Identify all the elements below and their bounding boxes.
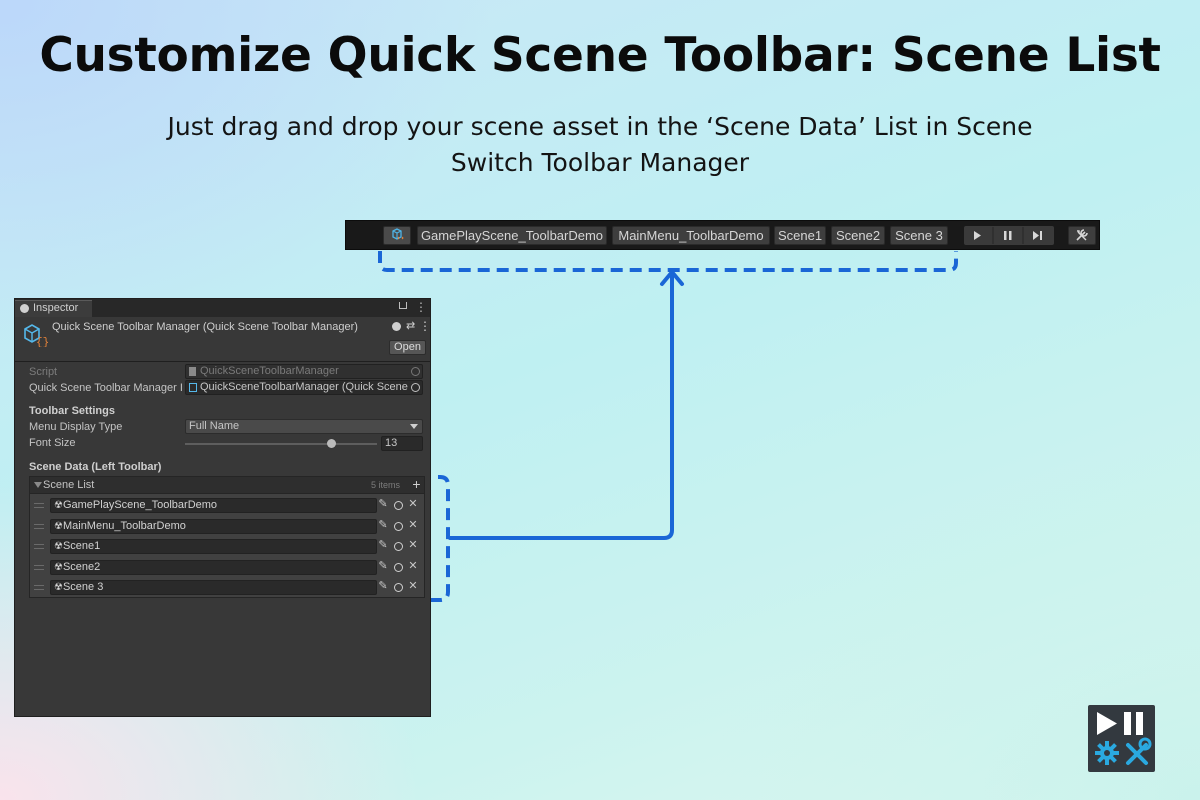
scene-asset-field[interactable]: ☢GamePlayScene_ToolbarDemo (50, 498, 377, 513)
scene-asset-icon: ☢ (54, 500, 63, 511)
target-icon[interactable] (394, 583, 403, 592)
font-size-input[interactable]: 13 (381, 436, 423, 451)
lock-icon[interactable] (399, 302, 407, 309)
open-button[interactable]: Open (389, 340, 426, 355)
toolbar-settings-header: Toolbar Settings (29, 405, 115, 417)
edit-icon[interactable]: ✎ (377, 559, 389, 574)
app-logo (1088, 705, 1155, 772)
edit-icon[interactable]: ✎ (377, 538, 389, 553)
scene-asset-icon: ☢ (54, 561, 63, 573)
scene-list-label: Scene List (43, 479, 95, 491)
manager-object-field[interactable]: QuickSceneToolbarManager (Quick Scene (185, 380, 423, 395)
target-icon[interactable] (394, 562, 403, 572)
font-size-slider[interactable] (185, 439, 377, 448)
scene-asset-field[interactable]: ☢Scene 3 (50, 580, 377, 595)
chevron-down-icon (410, 424, 418, 429)
manager-cube-icon (189, 383, 197, 392)
edit-icon[interactable]: ✎ (377, 518, 389, 533)
component-icon: {} (24, 324, 48, 347)
info-icon (20, 304, 29, 313)
remove-icon[interactable]: ✕ (407, 559, 419, 574)
scene-asset-field[interactable]: ☢MainMenu_ToolbarDemo (50, 518, 377, 534)
edit-icon[interactable]: ✎ (377, 497, 389, 512)
font-size-label: Font Size (29, 437, 76, 449)
inspector-tab-bar: Inspector ⋮ (15, 299, 430, 317)
remove-icon[interactable]: ✕ (407, 518, 419, 533)
scene-data-header: Scene Data (Left Toolbar) (29, 461, 162, 473)
foldout-arrow-icon[interactable] (34, 482, 42, 488)
target-icon[interactable] (394, 521, 403, 531)
drag-handle-icon[interactable] (34, 503, 44, 508)
scene-asset-icon: ☢ (54, 541, 63, 552)
scene-list-item[interactable]: ☢MainMenu_ToolbarDemo ✎ ✕ (30, 516, 424, 536)
manager-target-icon[interactable] (411, 383, 420, 392)
header-divider (15, 361, 430, 362)
scene-list-item[interactable]: ☢Scene 3 ✎ ✕ (30, 577, 424, 597)
scene-asset-field[interactable]: ☢Scene1 (50, 539, 377, 554)
drag-handle-icon[interactable] (34, 544, 44, 549)
menu-display-type-dropdown[interactable]: Full Name (185, 419, 423, 434)
component-menu-icon[interactable]: ⋮ (419, 319, 431, 333)
scene-asset-field[interactable]: ☢Scene2 (50, 559, 377, 575)
remove-icon[interactable]: ✕ (407, 497, 419, 512)
component-title: Quick Scene Toolbar Manager (Quick Scene… (52, 321, 358, 333)
scene-list-item[interactable]: ☢Scene2 ✎ ✕ (30, 557, 424, 577)
scene-asset-icon: ☢ (54, 582, 63, 593)
drag-handle-icon[interactable] (34, 585, 44, 590)
remove-icon[interactable]: ✕ (407, 538, 419, 553)
preset-icon[interactable]: ⇄ (406, 319, 415, 332)
scene-list-item[interactable]: ☢Scene1 ✎ ✕ (30, 536, 424, 556)
script-field: QuickSceneToolbarManager (185, 364, 423, 379)
menu-display-type-label: Menu Display Type (29, 421, 123, 433)
add-item-button[interactable]: + (409, 476, 424, 493)
inspector-tab[interactable]: Inspector (15, 300, 92, 317)
drag-handle-icon[interactable] (34, 564, 44, 570)
kebab-menu-icon[interactable]: ⋮ (415, 300, 427, 314)
target-icon[interactable] (394, 542, 403, 551)
manager-label: Quick Scene Toolbar Manager I (29, 382, 183, 394)
inspector-panel: Inspector ⋮ {} Quick Scene Toolbar Manag… (14, 298, 431, 717)
edit-icon[interactable]: ✎ (377, 579, 389, 594)
scene-asset-name: Scene2 (62, 560, 101, 573)
target-icon[interactable] (394, 501, 403, 510)
scene-asset-name: Scene1 (62, 540, 101, 552)
scene-asset-name: GamePlayScene_ToolbarDemo (62, 499, 218, 511)
toolbar-highlight-bracket (378, 251, 958, 272)
help-icon[interactable] (392, 322, 401, 331)
scene-list-header[interactable]: Scene List 5 items + (29, 476, 425, 494)
scene-asset-icon: ☢ (54, 520, 63, 532)
scene-asset-name: MainMenu_ToolbarDemo (62, 519, 186, 532)
svg-text:{}: {} (36, 337, 48, 347)
script-file-icon (189, 367, 196, 376)
slider-thumb[interactable] (326, 439, 336, 448)
drag-handle-icon[interactable] (34, 523, 44, 529)
scene-list-item[interactable]: ☢GamePlayScene_ToolbarDemo ✎ ✕ (30, 495, 424, 515)
scene-asset-name: Scene 3 (62, 581, 104, 593)
script-label: Script (29, 366, 58, 378)
scene-list: ☢GamePlayScene_ToolbarDemo ✎ ✕ ☢MainMenu_To… (29, 494, 425, 598)
script-target-icon (411, 367, 420, 376)
scene-list-count: 5 items (371, 480, 401, 490)
logo-icon (1095, 712, 1152, 765)
remove-icon[interactable]: ✕ (407, 579, 419, 594)
connector-arrow (448, 270, 674, 540)
